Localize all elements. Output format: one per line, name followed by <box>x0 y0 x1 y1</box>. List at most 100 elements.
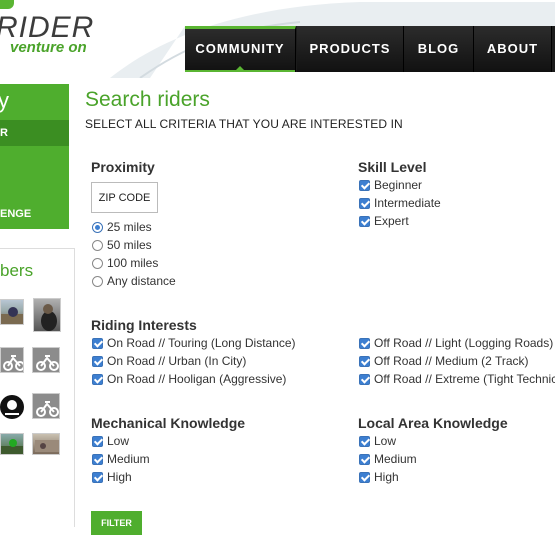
rider-photo-icon <box>41 304 57 331</box>
member-avatar[interactable] <box>0 347 24 373</box>
riding-option-label: On Road // Touring (Long Distance) <box>107 336 296 350</box>
checkbox-checked-icon[interactable] <box>359 435 370 447</box>
motorcycle-icon <box>36 401 59 417</box>
checkbox-checked-icon[interactable] <box>359 197 370 209</box>
filter-button[interactable]: FILTER <box>91 511 142 535</box>
nav-community-label: COMMUNITY <box>195 41 285 56</box>
riding-option-label: On Road // Urban (In City) <box>107 354 247 368</box>
local-area-knowledge-title: Local Area Knowledge <box>358 415 508 431</box>
proximity-option-label: 100 miles <box>107 256 159 270</box>
checkbox-checked-icon[interactable] <box>92 453 103 465</box>
proximity-option-label: 25 miles <box>107 220 152 234</box>
motorcycle-icon <box>3 355 23 371</box>
checkbox-checked-icon[interactable] <box>92 337 103 349</box>
radio-selected-icon[interactable] <box>92 221 103 233</box>
nav-about-label: ABOUT <box>486 41 539 56</box>
skill-option-label: Beginner <box>374 178 423 192</box>
pirate-badge-icon <box>0 395 24 419</box>
checkbox-checked-icon[interactable] <box>92 435 103 447</box>
proximity-option[interactable]: 25 miles <box>92 218 152 236</box>
proximity-option[interactable]: Any distance <box>92 272 176 290</box>
member-avatar[interactable] <box>33 298 61 332</box>
sidebar-menu: y R ENGE <box>0 84 69 229</box>
site-tagline: venture on <box>10 39 87 56</box>
member-avatar[interactable] <box>32 393 60 419</box>
nav-active-caret-icon <box>234 66 246 72</box>
sidebar-item-active[interactable]: R <box>0 120 69 146</box>
checkbox-checked-icon[interactable] <box>92 355 103 367</box>
mechanical-option-label: Low <box>107 434 130 448</box>
nav-community[interactable]: COMMUNITY <box>185 26 296 72</box>
skill-option[interactable]: Intermediate <box>359 194 441 212</box>
site-header: RIDER venture on COMMUNITY PRODUCTS BLOG… <box>0 0 555 78</box>
proximity-option-label: 50 miles <box>107 238 152 252</box>
proximity-title: Proximity <box>91 159 155 175</box>
checkbox-checked-icon[interactable] <box>359 215 370 227</box>
riding-interests-title: Riding Interests <box>91 317 197 333</box>
rider-photo-icon <box>1 307 23 324</box>
riding-option-label: Off Road // Extreme (Tight Technic <box>374 372 555 386</box>
local-option-label: High <box>374 470 399 484</box>
member-avatar[interactable] <box>32 347 60 373</box>
motorcycle-icon <box>36 355 59 371</box>
radio-icon[interactable] <box>92 275 103 287</box>
checkbox-checked-icon[interactable] <box>92 373 103 385</box>
skill-option[interactable]: Beginner <box>359 176 422 194</box>
checkbox-checked-icon[interactable] <box>92 471 103 483</box>
proximity-option-label: Any distance <box>107 274 176 288</box>
skill-option-label: Intermediate <box>374 196 441 210</box>
mechanical-option[interactable]: Low <box>92 432 129 450</box>
rider-photo-icon <box>1 439 23 454</box>
radio-icon[interactable] <box>92 239 103 251</box>
checkbox-checked-icon[interactable] <box>359 373 370 385</box>
riding-option[interactable]: Off Road // Extreme (Tight Technic <box>359 370 555 388</box>
rider-photo-icon <box>35 440 59 452</box>
riding-option[interactable]: On Road // Touring (Long Distance) <box>92 334 296 352</box>
checkbox-checked-icon[interactable] <box>359 337 370 349</box>
radio-icon[interactable] <box>92 257 103 269</box>
riding-option-label: On Road // Hooligan (Aggressive) <box>107 372 287 386</box>
local-option-label: Low <box>374 434 397 448</box>
riding-option-label: Off Road // Light (Logging Roads) <box>374 336 554 350</box>
nav-products-label: PRODUCTS <box>309 41 391 56</box>
skill-option[interactable]: Expert <box>359 212 409 230</box>
mechanical-knowledge-title: Mechanical Knowledge <box>91 415 246 431</box>
nav-blog[interactable]: BLOG <box>404 26 474 72</box>
member-avatar[interactable] <box>0 393 24 421</box>
sidebar-heading: y <box>0 88 9 113</box>
riding-option-label: Off Road // Medium (2 Track) <box>374 354 529 368</box>
checkbox-checked-icon[interactable] <box>359 471 370 483</box>
skill-level-title: Skill Level <box>358 159 427 175</box>
member-avatar[interactable] <box>32 433 60 455</box>
riding-option[interactable]: Off Road // Light (Logging Roads) <box>359 334 553 352</box>
riding-option[interactable]: On Road // Urban (In City) <box>92 352 246 370</box>
sidebar-item-challenge[interactable]: ENGE <box>0 208 31 220</box>
page-title: Search riders <box>85 88 210 111</box>
riding-option[interactable]: On Road // Hooligan (Aggressive) <box>92 370 286 388</box>
proximity-option[interactable]: 100 miles <box>92 254 158 272</box>
members-panel: bers <box>0 248 75 527</box>
member-avatar[interactable] <box>0 299 24 325</box>
zip-code-button[interactable]: ZIP CODE <box>91 182 158 213</box>
riding-option[interactable]: Off Road // Medium (2 Track) <box>359 352 529 370</box>
checkbox-checked-icon[interactable] <box>359 453 370 465</box>
page-subtitle: SELECT ALL CRITERIA THAT YOU ARE INTERES… <box>85 117 403 131</box>
skill-option-label: Expert <box>374 214 409 228</box>
mechanical-option-label: Medium <box>107 452 150 466</box>
checkbox-checked-icon[interactable] <box>359 355 370 367</box>
proximity-option[interactable]: 50 miles <box>92 236 152 254</box>
nav-products[interactable]: PRODUCTS <box>297 26 404 72</box>
mechanical-option[interactable]: High <box>92 468 132 486</box>
checkbox-checked-icon[interactable] <box>359 179 370 191</box>
member-avatar[interactable] <box>0 433 24 455</box>
nav-blog-label: BLOG <box>417 41 460 56</box>
local-option-label: Medium <box>374 452 417 466</box>
main-nav: COMMUNITY PRODUCTS BLOG ABOUT <box>185 26 555 72</box>
local-option[interactable]: Medium <box>359 450 417 468</box>
local-option[interactable]: Low <box>359 432 396 450</box>
local-option[interactable]: High <box>359 468 399 486</box>
members-heading: bers <box>0 261 34 280</box>
mechanical-option-label: High <box>107 470 132 484</box>
nav-about[interactable]: ABOUT <box>474 26 552 72</box>
mechanical-option[interactable]: Medium <box>92 450 150 468</box>
